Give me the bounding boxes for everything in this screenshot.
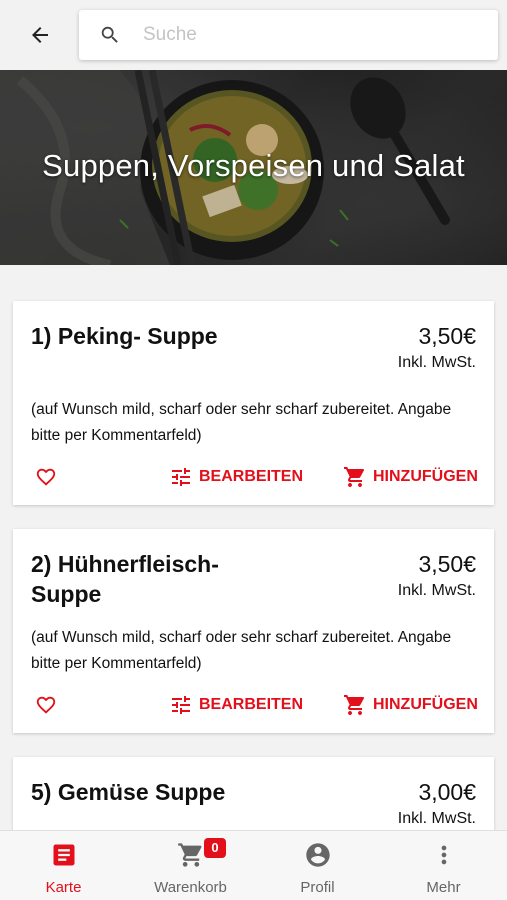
more-vert-icon bbox=[441, 845, 446, 865]
bottom-navigation: Karte 0 Warenkorb Profil Mehr bbox=[0, 830, 507, 900]
favorite-button[interactable] bbox=[34, 694, 58, 716]
nav-item-warenkorb[interactable]: 0 Warenkorb bbox=[127, 831, 254, 900]
nav-item-karte[interactable]: Karte bbox=[0, 831, 127, 900]
product-price: 3,50€ bbox=[418, 551, 476, 577]
nav-item-mehr[interactable]: Mehr bbox=[380, 831, 507, 900]
product-price: 3,50€ bbox=[418, 323, 476, 349]
product-card[interactable]: 2) Hühnerfleisch-Suppe 3,50€ Inkl. MwSt.… bbox=[13, 529, 494, 733]
tune-icon bbox=[172, 696, 190, 714]
nav-label: Mehr bbox=[426, 879, 461, 896]
edit-button[interactable]: BEARBEITEN bbox=[169, 465, 303, 489]
cart-count-badge: 0 bbox=[204, 838, 226, 858]
tax-note: Inkl. MwSt. bbox=[397, 354, 476, 371]
search-input[interactable] bbox=[143, 10, 483, 60]
product-name: 1) Peking- Suppe bbox=[31, 323, 218, 349]
nav-label: Karte bbox=[45, 879, 82, 896]
favorite-button[interactable] bbox=[34, 466, 58, 488]
arrow-back-icon bbox=[32, 27, 48, 43]
search-box[interactable] bbox=[79, 10, 498, 60]
add-label: HINZUFÜGEN bbox=[373, 696, 478, 713]
tune-icon bbox=[172, 468, 190, 486]
heart-outline-icon bbox=[36, 468, 56, 486]
top-bar bbox=[0, 0, 507, 70]
tax-note: Inkl. MwSt. bbox=[397, 582, 476, 599]
add-to-cart-button[interactable]: HINZUFÜGEN bbox=[343, 465, 478, 489]
nav-label: Profil bbox=[300, 879, 335, 896]
add-cart-icon bbox=[344, 467, 365, 487]
heart-outline-icon bbox=[36, 696, 56, 714]
nav-item-profil[interactable]: Profil bbox=[254, 831, 381, 900]
product-name: 2) Hühnerfleisch-Suppe bbox=[31, 551, 219, 607]
add-to-cart-button[interactable]: HINZUFÜGEN bbox=[343, 693, 478, 717]
product-description: (auf Wunsch mild, scharf oder sehr schar… bbox=[31, 401, 452, 444]
edit-button[interactable]: BEARBEITEN bbox=[169, 693, 303, 717]
back-button[interactable] bbox=[22, 20, 58, 50]
add-cart-icon bbox=[344, 695, 365, 715]
category-title: Suppen, Vorspeisen und Salat bbox=[42, 148, 465, 183]
product-name: 5) Gemüse Suppe bbox=[31, 779, 226, 805]
edit-label: BEARBEITEN bbox=[199, 468, 304, 485]
cart-icon bbox=[177, 843, 202, 867]
product-card[interactable]: 1) Peking- Suppe 3,50€ Inkl. MwSt. (auf … bbox=[13, 301, 494, 505]
nav-label: Warenkorb bbox=[154, 879, 227, 896]
add-label: HINZUFÜGEN bbox=[373, 468, 478, 485]
menu-card-icon bbox=[53, 844, 74, 866]
edit-label: BEARBEITEN bbox=[199, 696, 304, 713]
tax-note: Inkl. MwSt. bbox=[397, 810, 476, 827]
profile-icon bbox=[305, 843, 330, 867]
category-banner: Suppen, Vorspeisen und Salat bbox=[0, 70, 507, 265]
search-icon bbox=[101, 26, 118, 43]
product-description: (auf Wunsch mild, scharf oder sehr schar… bbox=[31, 629, 452, 672]
product-price: 3,00€ bbox=[418, 779, 476, 805]
